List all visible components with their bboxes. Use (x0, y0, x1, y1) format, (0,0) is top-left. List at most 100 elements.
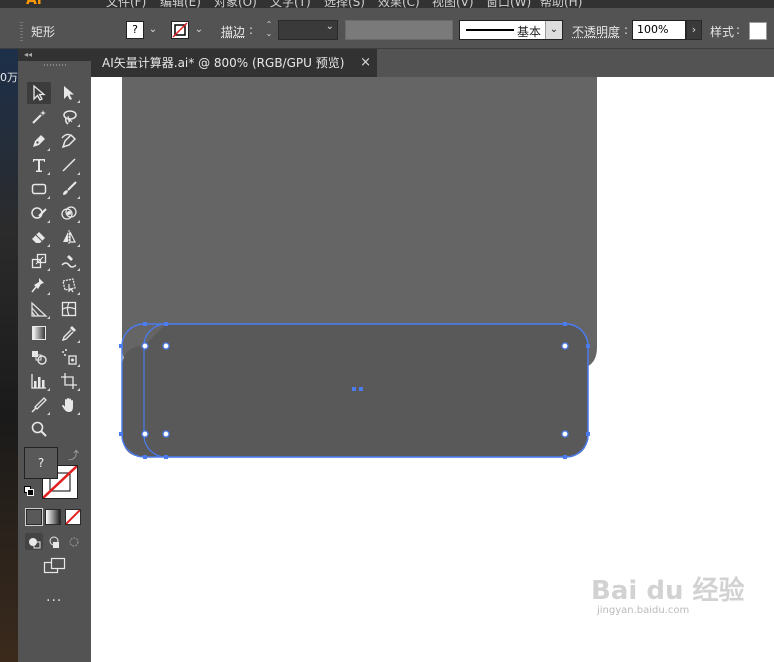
puppet-warp-tool[interactable] (27, 274, 51, 296)
menu-item[interactable]: 编辑(E) (160, 0, 201, 8)
document-tab-bar: AI矢量计算器.ai* @ 800% (RGB/GPU 预览) × (91, 49, 774, 77)
chevron-down-icon[interactable]: ⌄ (545, 21, 562, 39)
scale-tool[interactable] (27, 250, 51, 272)
menu-item[interactable]: 帮助(H) (540, 0, 582, 8)
tools-panel: ◂◂ ? ⤴ ... (18, 49, 92, 662)
background-window-text: 0万 (0, 71, 18, 84)
eyedropper-tool[interactable] (57, 322, 81, 344)
lasso-icon (63, 110, 77, 125)
edit-toolbar-more-button[interactable]: ... (46, 589, 62, 605)
none-mode-button[interactable] (65, 509, 81, 525)
shape-builder-tool[interactable] (57, 202, 81, 224)
bar-chart-icon (31, 374, 46, 389)
close-icon[interactable]: × (360, 49, 371, 77)
rounded-rectangle-icon (31, 183, 47, 195)
style-colon: : (736, 23, 741, 37)
perspective-grid-icon (31, 301, 48, 317)
fill-dropdown-chevron-icon[interactable]: ⌄ (146, 21, 160, 39)
symbol-sprayer-tool[interactable] (57, 346, 81, 368)
eraser-tool[interactable] (27, 226, 51, 248)
default-fill-stroke-icon[interactable] (24, 486, 34, 496)
menu-item[interactable]: 窗口(W) (486, 0, 531, 8)
free-transform-icon (62, 278, 76, 293)
free-transform-tool[interactable] (57, 274, 81, 296)
control-bar: 矩形 ? ⌄ ⌄ 描边 : ⌃⌄ ⌄ ⌄ 基本 ⌄ 不透明度 : 100% › … (0, 8, 774, 49)
menu-item[interactable]: 对象(O) (214, 0, 257, 8)
menu-item[interactable]: 文件(F) (106, 0, 146, 8)
fill-color-swatch[interactable]: ? (24, 447, 58, 479)
fill-swatch[interactable]: ? (126, 21, 144, 39)
menu-item[interactable]: 视图(V) (432, 0, 474, 8)
stroke-weight-spinner-icon[interactable]: ⌃ ⌄ (261, 20, 277, 40)
brush-style-label: 基本 (517, 25, 542, 39)
paintbrush-tool[interactable] (57, 178, 81, 200)
no-stroke-icon (172, 22, 188, 38)
stroke-label[interactable]: 描边 (221, 23, 245, 40)
magic-wand-icon (32, 110, 46, 124)
pen-tool[interactable] (27, 130, 51, 152)
gradient-mode-button[interactable] (45, 509, 61, 525)
tool-name-label: 矩形 (31, 25, 56, 39)
magnifier-icon (31, 421, 47, 437)
swap-fill-stroke-icon[interactable]: ⤴ (68, 447, 79, 463)
stroke-weight-input[interactable]: ⌄ (278, 20, 338, 40)
pen-nib-icon (33, 135, 45, 147)
artboard-icon (61, 373, 77, 389)
magic-wand-tool[interactable] (27, 106, 51, 128)
selection-tool[interactable] (27, 82, 51, 104)
artboard-canvas[interactable]: Bai du 经验 jingyan.baidu.com (91, 77, 774, 662)
menu-item[interactable]: 文字(T) (270, 0, 311, 8)
line-segment-tool[interactable] (57, 154, 81, 176)
app-logo: Ai (26, 0, 42, 8)
curvature-pen-icon (61, 133, 77, 149)
slice-tool[interactable] (27, 394, 51, 416)
hand-tool[interactable] (57, 394, 81, 416)
stroke-preview-line (466, 29, 514, 31)
rectangle-tool[interactable] (27, 178, 51, 200)
document-tab[interactable]: AI矢量计算器.ai* @ 800% (RGB/GPU 预览) × (91, 49, 377, 77)
stroke-swatch[interactable] (171, 21, 189, 39)
background-window-strip: 0万 (0, 49, 18, 662)
mesh-icon (61, 301, 77, 317)
reflect-tool[interactable] (57, 226, 81, 248)
warp-icon (61, 255, 77, 268)
opacity-label[interactable]: 不透明度 (572, 23, 620, 40)
perspective-grid-tool[interactable] (27, 298, 51, 320)
opacity-input[interactable]: 100% (632, 20, 686, 40)
draw-inside-button[interactable] (65, 533, 83, 550)
column-graph-tool[interactable] (27, 370, 51, 392)
blend-tool[interactable] (27, 346, 51, 368)
mesh-tool[interactable] (57, 298, 81, 320)
paintbrush-icon (63, 181, 77, 195)
graphic-style-swatch[interactable] (749, 22, 767, 40)
opacity-chevron-right-icon[interactable]: › (686, 20, 702, 40)
color-mode-button[interactable] (25, 508, 43, 526)
opacity-colon: : (624, 23, 629, 37)
warp-tool[interactable] (57, 250, 81, 272)
stroke-dropdown-chevron-icon[interactable]: ⌄ (192, 21, 206, 39)
none-slash-icon (66, 510, 80, 524)
variable-width-profile-select[interactable]: ⌄ (345, 20, 468, 40)
type-tool[interactable] (27, 154, 51, 176)
tools-panel-grip-icon[interactable] (44, 64, 66, 66)
menu-item[interactable]: 效果(C) (378, 0, 420, 8)
draw-normal-button[interactable] (25, 533, 43, 550)
tools-panel-collapse-button[interactable]: ◂◂ (18, 49, 91, 61)
shaper-tool[interactable] (27, 202, 51, 224)
stroke-colon: : (249, 23, 254, 37)
change-screen-mode-icon[interactable] (43, 557, 67, 575)
gradient-icon (32, 326, 46, 340)
menu-item[interactable]: 选择(S) (324, 0, 365, 8)
panel-grip-icon[interactable] (20, 22, 23, 42)
lasso-tool[interactable] (57, 106, 81, 128)
direct-selection-tool[interactable] (57, 82, 81, 104)
eraser-icon (32, 232, 45, 243)
document-tab-title: AI矢量计算器.ai* @ 800% (RGB/GPU 预览) (102, 56, 345, 70)
gradient-tool[interactable] (27, 322, 51, 344)
curvature-tool[interactable] (57, 130, 81, 152)
style-label: 样式 (710, 25, 735, 39)
brush-definition-select[interactable]: 基本 ⌄ (459, 20, 563, 40)
draw-behind-button[interactable] (45, 533, 63, 550)
artboard-tool[interactable] (57, 370, 81, 392)
zoom-tool[interactable] (27, 418, 51, 440)
